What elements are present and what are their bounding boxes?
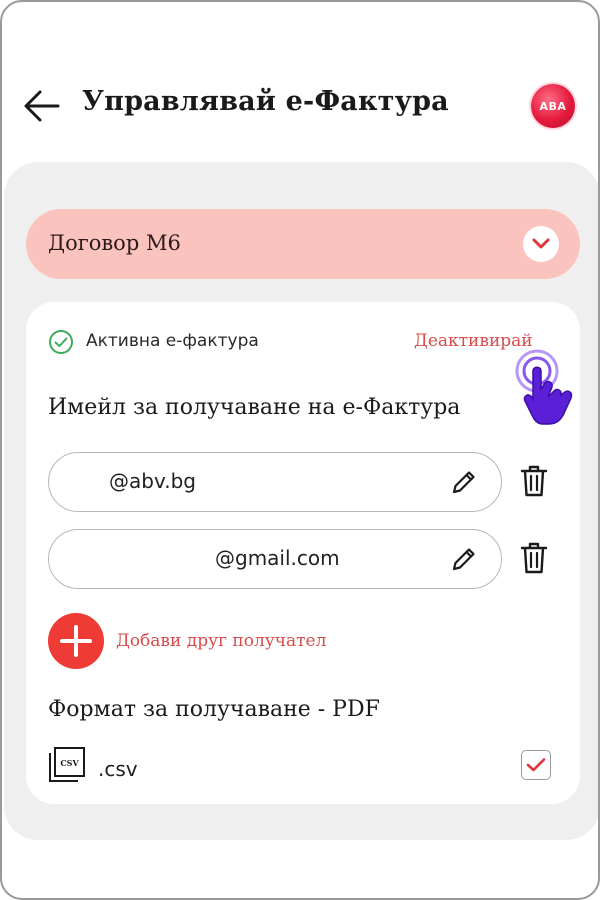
email-value-2: @gmail.com [215,546,340,570]
email-heading: Имейл за получаване на е-Фактура [48,395,461,420]
csv-checkbox[interactable] [521,750,551,780]
email-field-2[interactable]: @gmail.com [48,529,502,589]
trash-icon[interactable] [519,463,549,499]
csv-icon-text: CSV [60,758,79,768]
contract-chevron [523,226,559,262]
csv-label: .csv [98,757,138,781]
back-arrow-icon [24,90,60,122]
format-heading: Формат за получаване - PDF [48,697,380,722]
contract-label: Договор М6 [48,231,181,255]
status-label: Активна е-фактура [86,331,259,351]
csv-file-icon: CSV [49,747,85,782]
logo: ABA [531,84,575,128]
header: Управлявай е-Фактура ABA [2,2,598,162]
trash-icon[interactable] [519,540,549,576]
email-value-1: @abv.bg [109,469,196,493]
tap-hand-icon [515,349,573,425]
add-recipient-label[interactable]: Добави друг получател [116,631,326,651]
back-button[interactable] [22,88,62,124]
checkmark-icon [526,758,546,772]
pencil-icon[interactable] [449,467,479,497]
app-frame: Управлявай е-Фактура ABA Договор М6 Акти… [0,0,600,900]
plus-icon [60,625,92,657]
chevron-down-icon [532,238,550,249]
email-field-1[interactable]: @abv.bg [48,452,502,512]
pencil-icon[interactable] [449,544,479,574]
page-title: Управлявай е-Фактура [82,86,449,117]
contract-dropdown[interactable]: Договор М6 [26,209,580,279]
check-circle-icon [49,330,73,354]
logo-text: ABA [539,99,567,113]
add-recipient-button[interactable] [48,613,104,669]
